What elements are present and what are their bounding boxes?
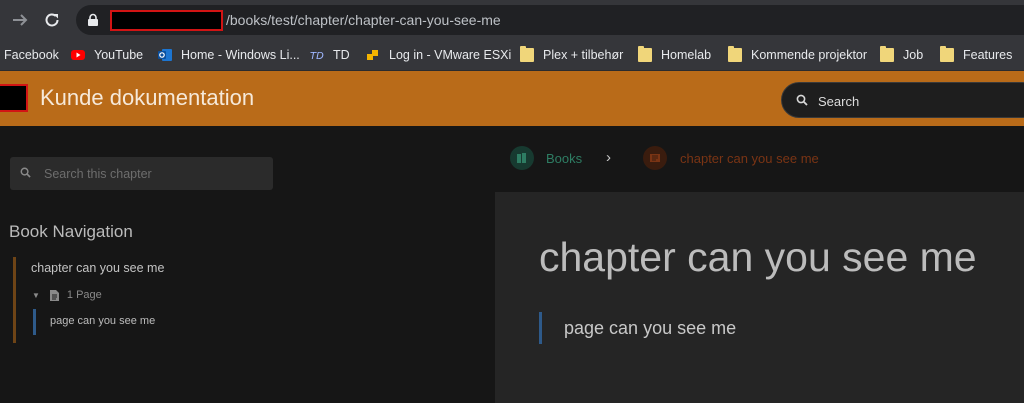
url-path: /books/test/chapter/chapter-can-you-see-…	[226, 12, 501, 28]
bookmark-youtube[interactable]: YouTube	[71, 45, 143, 65]
address-bar[interactable]: /books/test/chapter/chapter-can-you-see-…	[76, 5, 1024, 35]
app-header: Kunde dokumentation	[0, 71, 1024, 126]
vmware-icon	[367, 50, 378, 60]
outlook-icon	[158, 49, 172, 61]
book-navigation-tree: chapter can you see me ▼ 1 Page page can…	[13, 257, 273, 343]
svg-text:TD: TD	[310, 51, 324, 62]
header-search-input[interactable]	[818, 91, 1018, 111]
bookmark-label: Job	[903, 48, 924, 62]
folder-icon	[728, 46, 742, 62]
bookmark-label: TD	[333, 48, 350, 62]
chapter-crumb-icon-wrap[interactable]	[643, 146, 667, 170]
bookmark-folder-homelab[interactable]: Homelab	[638, 45, 711, 65]
bookmark-folder-kommende[interactable]: Kommende projektor	[728, 45, 867, 65]
arrow-right-icon	[13, 14, 28, 26]
reload-icon	[45, 13, 59, 27]
chapter-search[interactable]	[10, 157, 273, 190]
caret-down-icon: ▼	[32, 290, 40, 300]
bookmark-facebook[interactable]: Facebook	[4, 45, 59, 65]
td-icon: TD	[310, 51, 324, 62]
folder-icon	[520, 46, 534, 62]
folder-icon	[880, 46, 894, 62]
bookmark-label: Homelab	[661, 48, 712, 62]
chevron-right-icon: ›	[606, 149, 611, 166]
breadcrumb-books[interactable]: Books	[546, 151, 582, 166]
page-list-item[interactable]: page can you see me	[539, 312, 736, 344]
nav-chapter-link[interactable]: chapter can you see me	[31, 261, 164, 275]
book-navigation-title: Book Navigation	[9, 222, 133, 241]
lock-icon	[88, 13, 98, 26]
search-icon	[20, 167, 31, 178]
app-title[interactable]: Kunde dokumentation	[40, 85, 254, 111]
chapter-search-input[interactable]	[44, 165, 264, 183]
bookmark-label: Features	[963, 48, 1013, 62]
forward-button[interactable]	[8, 8, 32, 32]
bookmark-label: Plex + tilbehør	[543, 48, 624, 62]
bookmark-td[interactable]: TD TD	[310, 45, 350, 65]
nav-page-count: 1 Page	[66, 289, 102, 301]
bookmark-vmware[interactable]: Log in - VMware ESXi	[366, 45, 511, 65]
nav-page-item[interactable]: page can you see me	[33, 309, 233, 335]
page-icon	[49, 289, 59, 301]
sidebar: Book Navigation chapter can you see me ▼…	[0, 126, 300, 403]
bookmark-label: YouTube	[94, 48, 144, 62]
redacted-host	[110, 10, 223, 31]
chapter-title: chapter can you see me	[539, 234, 977, 280]
bookmark-folder-plex[interactable]: Plex + tilbehør	[520, 45, 623, 65]
folder-icon	[638, 46, 652, 62]
breadcrumb-chapter[interactable]: chapter can you see me	[680, 151, 819, 166]
browser-toolbar: /books/test/chapter/chapter-can-you-see-…	[0, 0, 1024, 40]
bookmark-windows-live[interactable]: Home - Windows Li...	[158, 45, 300, 65]
nav-pages-toggle[interactable]: ▼ 1 Page	[32, 289, 102, 301]
bookmark-label: Log in - VMware ESXi	[389, 48, 512, 62]
books-crumb-icon-wrap[interactable]	[510, 146, 534, 170]
header-search[interactable]	[781, 82, 1024, 118]
youtube-icon	[71, 50, 85, 60]
redacted-logo[interactable]	[0, 84, 28, 112]
bookmark-label: Home - Windows Li...	[181, 48, 300, 62]
nav-page-link[interactable]: page can you see me	[50, 315, 155, 327]
bookmark-label: Kommende projektor	[751, 48, 868, 62]
bookmark-label: Facebook	[4, 48, 59, 62]
books-icon	[517, 153, 526, 163]
page-link[interactable]: page can you see me	[564, 318, 736, 339]
reload-button[interactable]	[40, 8, 64, 32]
search-icon	[796, 94, 808, 106]
chapter-icon	[650, 154, 660, 162]
folder-icon	[940, 46, 954, 62]
bookmarks-bar: Facebook YouTube Home - Windows Li... TD…	[0, 40, 1024, 71]
bookmark-folder-job[interactable]: Job	[880, 45, 923, 65]
content-card: chapter can you see me page can you see …	[495, 192, 1024, 403]
bookmark-folder-features[interactable]: Features	[940, 45, 1012, 65]
